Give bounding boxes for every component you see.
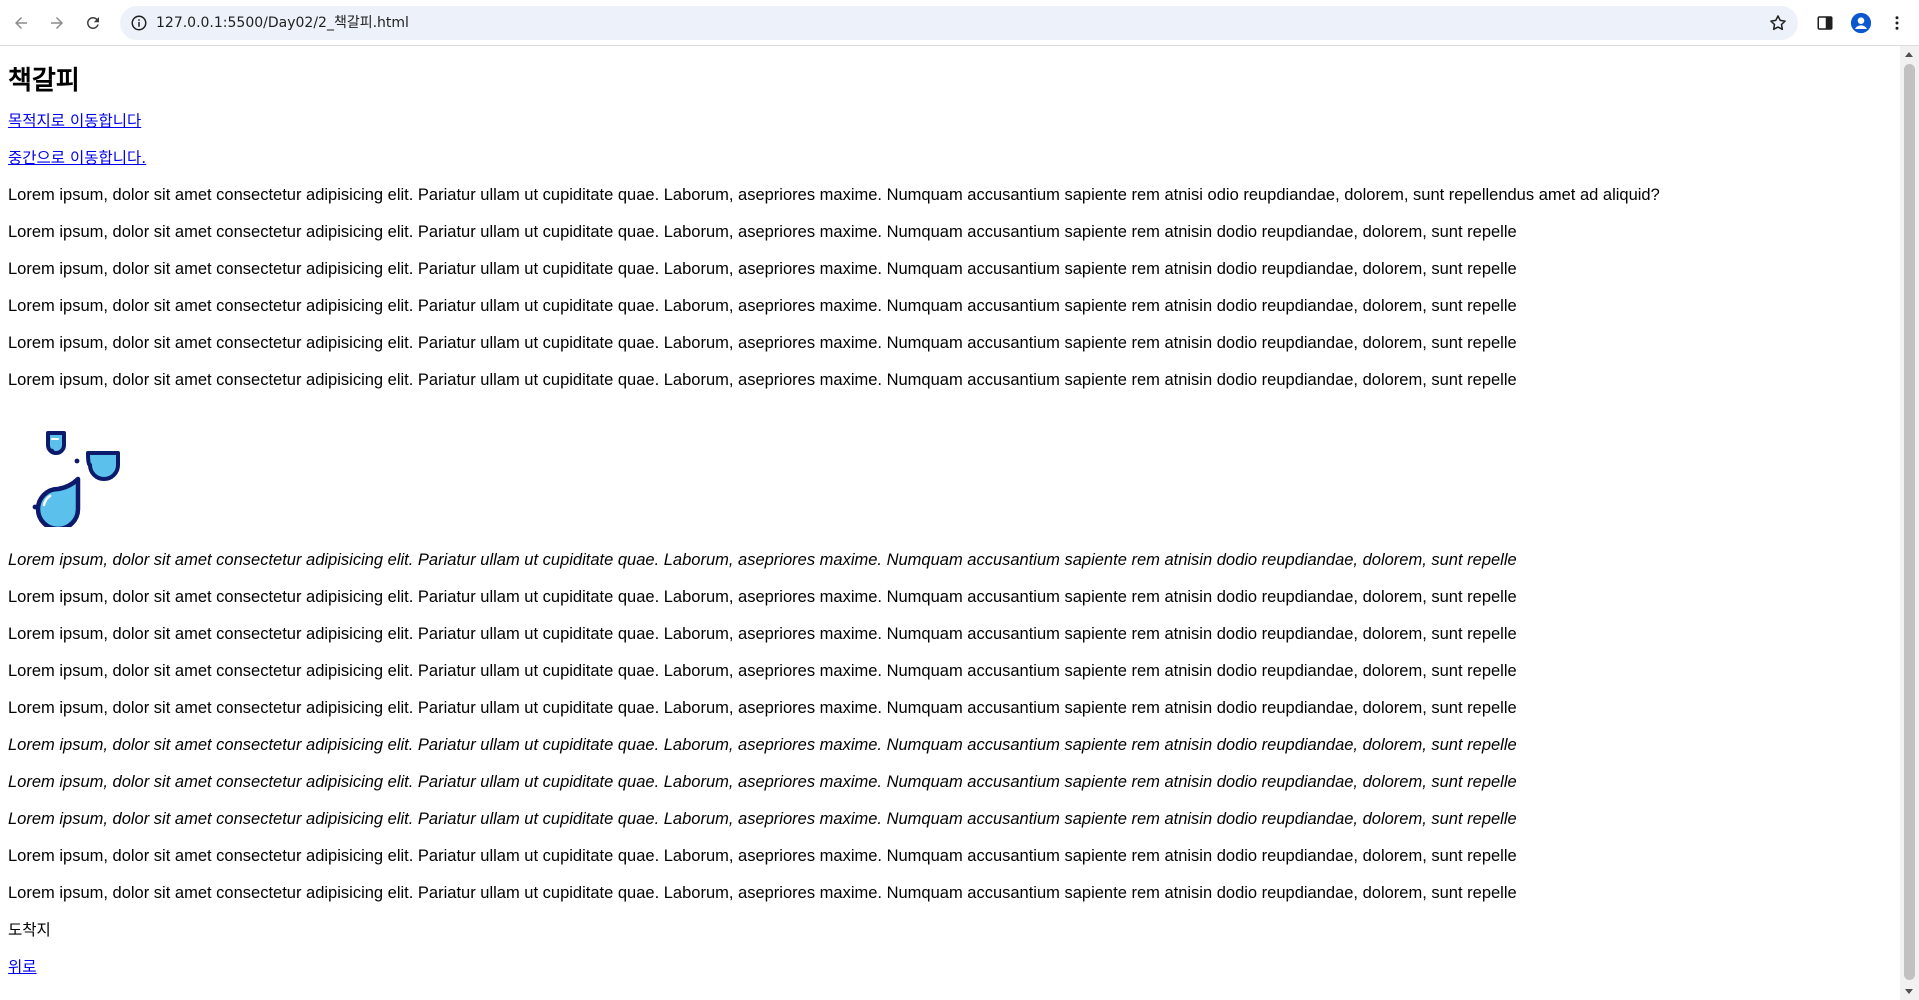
profile-button[interactable] — [1849, 11, 1873, 35]
text-paragraph: Lorem ipsum, dolor sit amet consectetur … — [8, 624, 1517, 643]
person-icon — [1850, 12, 1872, 34]
page-content: 책갈피 목적지로 이동합니다 중간으로 이동합니다. Lorem ipsum, … — [0, 66, 1900, 976]
water-drops-icon — [32, 430, 120, 527]
page-title: 책갈피 — [8, 66, 80, 96]
star-icon[interactable] — [1768, 13, 1788, 33]
text-paragraph: Lorem ipsum, dolor sit amet consectetur … — [8, 883, 1517, 902]
link-paragraph: 위로 — [8, 958, 1892, 976]
vertical-scrollbar[interactable] — [1900, 46, 1919, 1000]
forward-button[interactable] — [43, 9, 71, 37]
text-paragraph: Lorem ipsum, dolor sit amet consectetur … — [8, 772, 1517, 791]
arrow-left-icon — [15, 17, 27, 29]
text-paragraph: Lorem ipsum, dolor sit amet consectetur … — [8, 222, 1517, 241]
info-circle-icon[interactable] — [130, 14, 148, 32]
text-paragraph: Lorem ipsum, dolor sit amet consectetur … — [8, 185, 1660, 204]
text-paragraph: Lorem ipsum, dolor sit amet consectetur … — [8, 846, 1517, 865]
text-paragraph: Lorem ipsum, dolor sit amet consectetur … — [8, 370, 1517, 389]
address-bar[interactable]: 127.0.0.1:5500/Day02/2_책갈피.html — [120, 6, 1798, 40]
link-paragraph: 중간으로 이동합니다. — [8, 149, 1892, 167]
text-paragraph: Lorem ipsum, dolor sit amet consectetur … — [8, 550, 1517, 569]
text-paragraph: Lorem ipsum, dolor sit amet consectetur … — [8, 735, 1517, 754]
side-panel-button[interactable] — [1813, 11, 1837, 35]
arrow-right-icon — [51, 17, 63, 29]
image-block — [8, 407, 1892, 551]
link-to-middle[interactable]: 중간으로 이동합니다. — [8, 149, 146, 167]
url-text[interactable]: 127.0.0.1:5500/Day02/2_책갈피.html — [156, 6, 409, 40]
text-paragraph: Lorem ipsum, dolor sit amet consectetur … — [8, 698, 1517, 717]
side-panel-icon — [1817, 16, 1833, 30]
link-paragraph: 목적지로 이동합니다 — [8, 112, 1892, 130]
link-to-destination[interactable]: 목적지로 이동합니다 — [8, 112, 141, 130]
page-viewport: 책갈피 목적지로 이동합니다 중간으로 이동합니다. Lorem ipsum, … — [0, 46, 1900, 1000]
reload-button[interactable] — [79, 9, 107, 37]
back-to-top-link[interactable]: 위로 — [8, 958, 37, 976]
text-paragraph: Lorem ipsum, dolor sit amet consectetur … — [8, 259, 1517, 278]
scroll-up-arrow-icon[interactable] — [1905, 52, 1913, 57]
text-paragraph: Lorem ipsum, dolor sit amet consectetur … — [8, 587, 1517, 606]
kebab-menu-icon — [1895, 16, 1899, 30]
text-paragraph: Lorem ipsum, dolor sit amet consectetur … — [8, 661, 1517, 680]
destination-label: 도착지 — [8, 920, 51, 939]
scrollbar-thumb[interactable] — [1904, 64, 1915, 980]
text-paragraph: Lorem ipsum, dolor sit amet consectetur … — [8, 296, 1517, 315]
back-button[interactable] — [7, 9, 35, 37]
menu-button[interactable] — [1885, 11, 1909, 35]
text-paragraph: Lorem ipsum, dolor sit amet consectetur … — [8, 333, 1517, 352]
reload-icon — [86, 16, 99, 29]
scroll-down-arrow-icon[interactable] — [1905, 989, 1913, 994]
browser-toolbar: 127.0.0.1:5500/Day02/2_책갈피.html — [0, 0, 1919, 46]
text-paragraph: Lorem ipsum, dolor sit amet consectetur … — [8, 809, 1517, 828]
